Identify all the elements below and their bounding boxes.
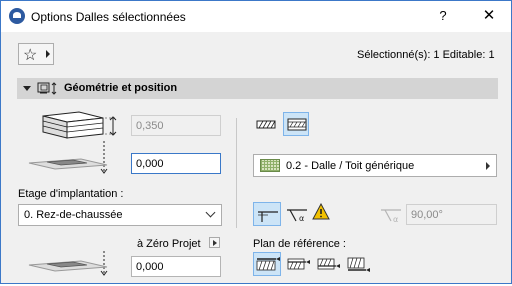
title-bar: Options Dalles sélectionnées ? ✕ [1,1,511,32]
panel-divider [236,118,237,228]
thickness-field[interactable] [131,115,221,136]
ref-plane-top-button[interactable] [253,252,281,276]
material-value: 0.2 - Dalle / Toit générique [286,160,415,172]
slab-reference-diagram [25,247,115,286]
ref-plane-bottom-icon [347,257,370,272]
archicad-app-icon [9,8,25,24]
composite-structure-button[interactable] [283,112,309,136]
reference-field[interactable] [131,256,221,277]
edge-angle-field[interactable] [406,204,497,225]
window-title: Options Dalles sélectionnées [31,10,186,24]
reference-plane-label: Plan de référence : [253,238,346,250]
basic-structure-button[interactable] [253,113,279,137]
angle-field-icon: α [379,204,405,229]
material-swatch-icon [260,159,280,172]
material-dropdown[interactable]: 0.2 - Dalle / Toit générique [253,154,497,177]
ref-plane-core-top-button[interactable] [285,252,311,276]
favorites-button[interactable]: ☆ [18,43,54,65]
story-dropdown[interactable]: 0. Rez-de-chaussée [18,204,222,226]
help-button[interactable]: ? [435,8,451,23]
custom-angle-edge-icon: α [287,209,307,223]
basic-structure-icon [256,120,276,129]
chevron-right-icon [46,50,50,58]
warning-icon [312,202,330,224]
custom-angle-edge-button[interactable]: α [285,202,311,226]
offset-field[interactable] [131,153,221,174]
ref-plane-bottom-button[interactable] [345,252,371,276]
slab-geometry-icon [37,81,59,99]
ref-plane-top-icon [256,257,280,271]
reference-menu-arrow-icon[interactable] [209,237,220,248]
section-title: Géométrie et position [64,82,178,94]
dialog-window: Options Dalles sélectionnées ? ✕ ☆ Sélec… [0,0,512,284]
expand-triangle-icon[interactable] [23,86,31,91]
close-button[interactable]: ✕ [479,6,499,24]
section-header-geometry[interactable]: Géométrie et position [17,78,498,99]
selection-info: Sélectionné(s): 1 Editable: 1 [357,49,495,61]
chevron-down-icon [205,207,216,218]
reference-label: à Zéro Projet [137,238,201,250]
slab-offset-diagram [25,141,115,180]
chevron-right-icon [486,162,490,170]
star-icon: ☆ [23,47,38,64]
ref-plane-core-top-icon [287,258,310,270]
composite-structure-icon [287,118,307,131]
svg-text:α: α [299,214,304,223]
ref-plane-core-bottom-icon [317,258,340,270]
story-value: 0. Rez-de-chaussée [24,209,123,221]
ref-plane-core-bottom-button[interactable] [315,252,341,276]
perpendicular-edge-button[interactable] [253,202,281,226]
svg-text:α: α [393,215,398,224]
perpendicular-edge-icon [258,211,278,222]
story-label: Etage d'implantation : [18,188,124,200]
